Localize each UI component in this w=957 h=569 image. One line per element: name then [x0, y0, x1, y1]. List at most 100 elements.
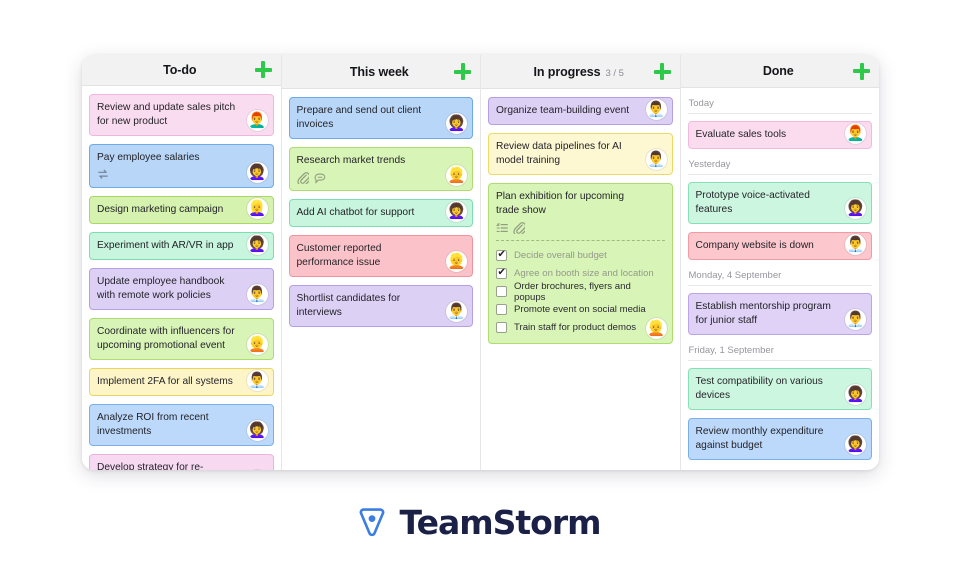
date-group: Friday, 1 September Test compatibility on…	[687, 343, 872, 461]
column-header: To-do	[82, 55, 281, 86]
checklist-item[interactable]: Order brochures, flyers and popups	[496, 281, 665, 303]
card[interactable]: Plan exhibition for upcoming trade show D…	[488, 183, 673, 344]
card[interactable]: Research market trends 👱	[288, 147, 473, 191]
column-in-progress: In progress 3 / 5 Organize team-building e…	[481, 55, 681, 470]
card-title: Shortlist candidates for interviews	[296, 293, 401, 318]
date-group-label: Monday, 4 September	[687, 268, 872, 287]
card[interactable]: Pay employee salaries 👩‍🦱	[89, 143, 274, 188]
repeat-icon	[97, 168, 109, 180]
add-card-button[interactable]	[653, 63, 671, 80]
card-title: Plan exhibition for upcoming trade show	[496, 191, 624, 216]
avatar[interactable]: 👱	[246, 333, 268, 355]
avatar[interactable]: 👨‍💼	[645, 149, 667, 170]
checklist-item[interactable]: Promote event on social media	[496, 301, 665, 318]
card[interactable]: Customer reported performance issue 👱	[288, 235, 473, 277]
add-card-button[interactable]	[454, 63, 471, 80]
avatar[interactable]: 👩‍🦱	[845, 384, 866, 406]
card-title: Research market trends	[296, 155, 406, 166]
avatar[interactable]: 👨‍💼	[246, 369, 268, 391]
card-title: Prototype voice-activated features	[695, 190, 810, 216]
card[interactable]: Establish mentorship program for junior …	[687, 293, 872, 336]
column-done: Done Today Evaluate sales tools 👨‍🦰 Yesterda…	[680, 55, 879, 470]
checklist-item[interactable]: Decide overall budget	[496, 247, 665, 264]
card[interactable]: Evaluate sales tools 👨‍🦰	[687, 121, 872, 150]
card[interactable]: Develop strategy for re-engaging past cu…	[89, 453, 274, 470]
column-count: 3 / 5	[605, 67, 624, 79]
avatar[interactable]: 👱	[446, 251, 467, 272]
avatar[interactable]: 👱	[645, 318, 667, 339]
card[interactable]: Analyze ROI from recent investments 👩‍🦱	[89, 403, 274, 446]
card[interactable]: Review and update sales pitch for new pr…	[89, 93, 274, 136]
card-title: Experiment with AR/VR in app	[97, 239, 234, 251]
date-group-label: Today	[687, 96, 872, 115]
column-header: This week	[281, 55, 480, 89]
paperclip-icon	[513, 221, 525, 234]
card[interactable]: Company website is down 👨‍💼	[687, 232, 872, 261]
card-title: Coordinate with influencers for upcoming…	[97, 325, 235, 351]
avatar[interactable]: 👩‍🦱	[845, 434, 866, 456]
avatar[interactable]: 👩‍🦱	[446, 113, 467, 134]
card[interactable]: Prepare and send out client invoices 👩‍🦱	[288, 97, 473, 139]
card[interactable]: Implement 2FA for all systems 👨‍💼	[89, 367, 274, 396]
checklist-item-label: Agree on booth size and location	[514, 268, 654, 279]
checklist-icon	[496, 222, 508, 234]
card-meta	[296, 171, 466, 184]
avatar[interactable]: 👩‍🦱	[246, 233, 268, 255]
checkbox-icon[interactable]	[496, 286, 507, 297]
checkbox-icon[interactable]	[496, 322, 507, 333]
page-root: To-do Review and update sales pitch for n…	[0, 0, 957, 569]
card-title: Review and update sales pitch for new pr…	[97, 101, 236, 127]
card-title: Organize team-building event	[496, 105, 630, 116]
add-card-button[interactable]	[254, 61, 272, 79]
card[interactable]: Add AI chatbot for support 👩‍🦱	[288, 199, 473, 227]
avatar[interactable]: 👩‍🦱	[246, 161, 268, 183]
avatar[interactable]: 👩‍🦱	[446, 201, 467, 222]
column-title: In progress	[533, 64, 601, 79]
card-meta	[97, 168, 266, 181]
card[interactable]: Shortlist candidates for interviews 👨‍💼	[288, 285, 473, 327]
checkbox-checked-icon[interactable]	[496, 249, 507, 261]
avatar[interactable]: 👨‍🦰	[246, 109, 268, 131]
avatar[interactable]: 👨‍💼	[446, 301, 467, 322]
card[interactable]: Design marketing campaign 👱‍♀️	[89, 195, 274, 224]
avatar[interactable]: 👱	[446, 165, 467, 186]
avatar[interactable]: 👩‍🦱	[246, 419, 268, 441]
checklist-item[interactable]: Agree on booth size and location	[496, 265, 665, 282]
brand-name: TeamStorm	[399, 503, 601, 542]
card[interactable]: Test compatibility on various devices 👩‍🦱	[687, 368, 872, 411]
card[interactable]: Organize team-building event 👨‍💼	[488, 97, 673, 125]
date-group-label: Yesterday	[687, 157, 872, 176]
checkbox-checked-icon[interactable]	[496, 267, 507, 279]
avatar[interactable]: 👨‍💼	[246, 283, 268, 305]
avatar[interactable]: 👩‍🦱	[845, 198, 866, 220]
card[interactable]: Review monthly expenditure against budge…	[687, 418, 872, 461]
avatar[interactable]: 👨‍🦰	[845, 123, 866, 145]
column-title: Done	[762, 64, 794, 79]
card[interactable]: Coordinate with influencers for upcoming…	[89, 317, 274, 360]
avatar[interactable]: 👨‍💼	[845, 234, 866, 256]
card-title: Analyze ROI from recent investments	[97, 411, 209, 437]
card-title: Review data pipelines for AI model train…	[496, 141, 622, 166]
column-body: Prepare and send out client invoices 👩‍🦱 R…	[282, 89, 481, 470]
card[interactable]: Update employee handbook with remote wor…	[89, 267, 274, 310]
column-title: To-do	[163, 62, 197, 77]
column-title-wrap: This week	[291, 65, 455, 79]
date-group: Monday, 4 September Establish mentorship …	[687, 268, 872, 336]
add-card-button[interactable]	[853, 62, 870, 80]
card-title: Develop strategy for re-engaging past cu…	[97, 461, 204, 470]
column-title-wrap: Done	[690, 64, 854, 78]
avatar[interactable]: 👨‍💼	[845, 309, 866, 331]
card[interactable]: Review data pipelines for AI model train…	[488, 133, 673, 175]
card[interactable]: Prototype voice-activated features 👩‍🦱	[687, 182, 872, 225]
card-title: Evaluate sales tools	[695, 129, 787, 141]
column-title-wrap: In progress 3 / 5	[490, 65, 654, 79]
card[interactable]: Experiment with AR/VR in app 👩‍🦱	[89, 231, 274, 260]
location-pin-triangle-icon	[356, 507, 388, 539]
avatar[interactable]: 👱‍♀️	[246, 197, 268, 219]
checklist-item[interactable]: Train staff for product demos	[496, 319, 665, 336]
card-title: Implement 2FA for all systems	[97, 375, 233, 387]
checklist-item-label: Decide overall budget	[514, 250, 607, 261]
column-title: This week	[349, 64, 409, 79]
avatar[interactable]: 👨‍💼	[645, 99, 667, 120]
checkbox-icon[interactable]	[496, 304, 507, 315]
